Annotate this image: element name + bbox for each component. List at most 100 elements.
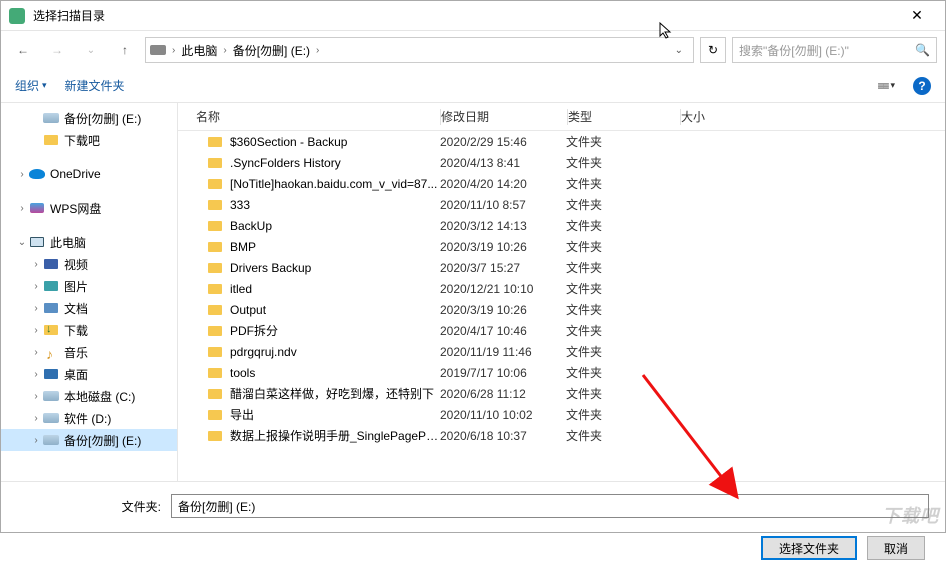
tree-item[interactable]: › 视频 [1,253,177,275]
file-row[interactable]: 3332020/11/10 8:57文件夹 [178,194,945,215]
expander-icon[interactable]: ⌄ [15,237,29,248]
file-row[interactable]: $360Section - Backup2020/2/29 15:46文件夹 [178,131,945,152]
cancel-button[interactable]: 取消 [867,536,925,560]
column-type[interactable]: 类型 [568,108,680,125]
folder-icon [208,326,222,336]
refresh-button[interactable]: ↻ [700,37,726,63]
folder-name-input[interactable] [171,494,929,518]
organize-menu[interactable]: 组织▾ [15,77,47,94]
file-row[interactable]: itled2020/12/21 10:10文件夹 [178,278,945,299]
main-area: 备份[勿删] (E:)下载吧›OneDrive›WPS网盘⌄此电脑›视频›图片›… [1,103,945,481]
search-placeholder: 搜索"备份[勿删] (E:)" [739,42,915,59]
expander-icon[interactable]: › [29,435,43,446]
tree-item[interactable]: ⌄此电脑 [1,231,177,253]
close-button[interactable]: ✕ [897,2,937,30]
file-type: 文件夹 [566,406,678,423]
forward-button[interactable]: → [43,36,71,64]
tree-item-label: 下载吧 [64,132,100,149]
toolbar: 组织▾ 新建文件夹 ≡≡▾ ? [1,69,945,103]
new-folder-button[interactable]: 新建文件夹 [65,77,125,94]
column-date[interactable]: 修改日期 [441,108,567,125]
tree-item[interactable]: ›本地磁盘 (C:) [1,385,177,407]
tree-item-label: 视频 [64,256,88,273]
drive-icon [43,388,59,404]
select-folder-button[interactable]: 选择文件夹 [761,536,857,560]
search-input[interactable]: 搜索"备份[勿删] (E:)" 🔍 [732,37,937,63]
tree-item[interactable]: 备份[勿删] (E:) [1,107,177,129]
file-row[interactable]: 醋溜白菜这样做，好吃到爆，还特别下2020/6/28 11:12文件夹 [178,383,945,404]
pic-icon [43,278,59,294]
expander-icon[interactable]: › [15,203,29,214]
column-name[interactable]: 名称 [178,108,440,125]
file-row[interactable]: 数据上报操作说明手册_SinglePagePDF2020/6/18 10:37文… [178,425,945,446]
sidebar-tree[interactable]: 备份[勿删] (E:)下载吧›OneDrive›WPS网盘⌄此电脑›视频›图片›… [1,103,178,481]
tree-item-label: 文档 [64,300,88,317]
file-name: tools [230,366,440,380]
expander-icon[interactable]: › [29,413,43,424]
tree-item[interactable]: 下载吧 [1,129,177,151]
dialog-footer: 文件夹: 选择文件夹 取消 [1,481,945,572]
tree-item[interactable]: ›下载 [1,319,177,341]
expander-icon[interactable]: › [15,169,29,180]
file-rows[interactable]: $360Section - Backup2020/2/29 15:46文件夹.S… [178,131,945,481]
file-row[interactable]: .SyncFolders History2020/4/13 8:41文件夹 [178,152,945,173]
tree-item[interactable]: ›图片 [1,275,177,297]
tree-item[interactable]: › OneDrive [1,163,177,185]
expander-icon[interactable]: › [29,391,43,402]
tree-item-label: 音乐 [64,344,88,361]
expander-icon[interactable]: › [29,281,43,292]
file-date: 2020/6/18 10:37 [440,429,566,443]
file-name: pdrgqruj.ndv [230,345,440,359]
expander-icon[interactable]: › [29,303,43,314]
file-row[interactable]: BackUp2020/3/12 14:13文件夹 [178,215,945,236]
file-row[interactable]: PDF拆分2020/4/17 10:46文件夹 [178,320,945,341]
tree-item[interactable]: › 音乐 [1,341,177,363]
breadcrumb-dropdown[interactable]: ⌄ [669,45,689,56]
tree-item[interactable]: ›桌面 [1,363,177,385]
file-type: 文件夹 [566,175,678,192]
tree-item-label: OneDrive [50,167,101,181]
help-button[interactable]: ? [913,77,931,95]
file-type: 文件夹 [566,385,678,402]
tree-item[interactable]: › 文档 [1,297,177,319]
file-row[interactable]: Output2020/3/19 10:26文件夹 [178,299,945,320]
folder dl-icon [43,322,59,338]
file-date: 2020/4/20 14:20 [440,177,566,191]
file-row[interactable]: [NoTitle]haokan.baidu.com_v_vid=87...202… [178,173,945,194]
file-date: 2019/7/17 10:06 [440,366,566,380]
expander-icon[interactable]: › [29,325,43,336]
file-type: 文件夹 [566,364,678,381]
file-row[interactable]: Drivers Backup2020/3/7 15:27文件夹 [178,257,945,278]
expander-icon[interactable]: › [29,347,43,358]
file-row[interactable]: BMP2020/3/19 10:26文件夹 [178,236,945,257]
folder-icon [208,263,222,273]
view-mode-button[interactable]: ≡≡▾ [877,79,895,93]
expander-icon[interactable]: › [29,259,43,270]
expander-icon[interactable]: › [29,369,43,380]
column-size[interactable]: 大小 [681,108,781,125]
file-name: 333 [230,198,440,212]
tree-item[interactable]: ›软件 (D:) [1,407,177,429]
folder-icon [208,200,222,210]
back-button[interactable]: ← [9,36,37,64]
folder-icon [208,305,222,315]
recent-dropdown[interactable]: ⌄ [77,36,105,64]
file-name: 导出 [230,406,440,423]
file-list: 名称 修改日期 类型 大小 $360Section - Backup2020/2… [178,103,945,481]
chevron-right-icon: › [316,45,319,56]
file-row[interactable]: 导出2020/11/10 10:02文件夹 [178,404,945,425]
tree-item[interactable]: ›备份[勿删] (E:) [1,429,177,451]
file-row[interactable]: pdrgqruj.ndv2020/11/19 11:46文件夹 [178,341,945,362]
folder-icon [208,221,222,231]
tree-item[interactable]: ›WPS网盘 [1,197,177,219]
breadcrumb-path[interactable]: 备份[勿删] (E:) [229,42,314,59]
breadcrumb-root[interactable]: 此电脑 [177,42,221,59]
file-date: 2020/3/19 10:26 [440,303,566,317]
breadcrumb[interactable]: › 此电脑 › 备份[勿删] (E:) › ⌄ [145,37,694,63]
up-button[interactable]: ↑ [111,36,139,64]
folder-icon [208,347,222,357]
file-name: Output [230,303,440,317]
file-date: 2020/4/13 8:41 [440,156,566,170]
file-row[interactable]: tools2019/7/17 10:06文件夹 [178,362,945,383]
file-date: 2020/3/7 15:27 [440,261,566,275]
